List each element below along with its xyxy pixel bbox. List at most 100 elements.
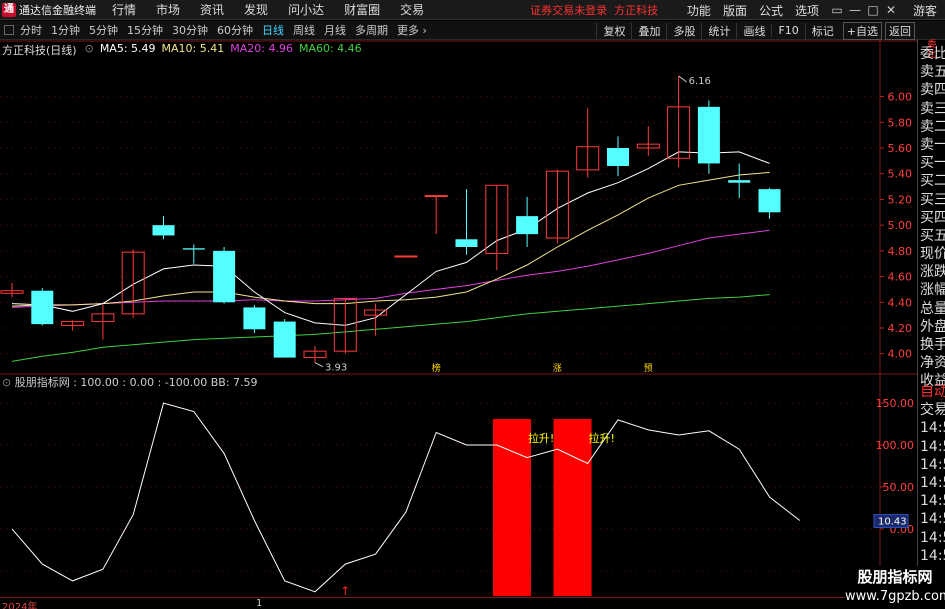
period-30min[interactable]: 30分钟 (172, 22, 208, 38)
topbar-right: 功能 版面 公式 选项 ▭ — □ ✕ 游客 (675, 0, 945, 20)
indicator-tick-label: 100.00 (876, 439, 915, 452)
price-tick-label: 5.00 (888, 219, 913, 232)
period-daily[interactable]: 日线 (262, 22, 284, 38)
overlay-button[interactable]: 叠加 (631, 22, 666, 39)
period-weekly[interactable]: 周线 (293, 22, 315, 38)
app-logo: 通 (2, 2, 16, 17)
side-quote-item: 卖一 (920, 136, 945, 153)
indicator-settings-icon[interactable]: ⊙ (2, 376, 15, 389)
menu-function[interactable]: 功能 (687, 2, 711, 19)
candle-body-down (182, 248, 205, 250)
side-quote-item: 委比 (920, 46, 945, 62)
login-notice[interactable]: 证券交易未登录 方正科技 (530, 2, 658, 18)
menu-trade[interactable]: 交易 (400, 1, 424, 18)
period-more[interactable]: 更多 › (397, 22, 427, 38)
buy-arrow-icon: ↑ (340, 584, 350, 598)
ma10-line (11, 171, 770, 307)
top-menu-bar: 通 通达信金融终端 行情 市场 资讯 发现 问小达 财富圈 交易 证券交易未登录… (0, 0, 945, 20)
price-tick-label: 5.60 (888, 142, 913, 155)
statistics-button[interactable]: 统计 (701, 22, 736, 39)
side-quote-item: 换手 (920, 337, 945, 353)
signal-label: 拉升! (589, 431, 615, 445)
side-quote-item: 涨跌 (920, 264, 945, 281)
time-axis-bar[interactable]: 2024年 1 (0, 597, 917, 609)
side-quote-item: 涨幅 (920, 282, 945, 299)
period-60min[interactable]: 60分钟 (217, 22, 253, 38)
multi-stock-button[interactable]: 多股 (666, 22, 701, 39)
side-quote-item: 净资 (920, 355, 945, 372)
legend-settings-icon[interactable]: ⊙ (85, 42, 94, 58)
ma20-line (11, 229, 770, 308)
ma10-label: MA10: 5.41 (161, 42, 225, 55)
mark-button[interactable]: 标记 (804, 22, 840, 39)
menu-formula[interactable]: 公式 (759, 2, 783, 19)
high-price-label: 6.16 (689, 76, 711, 87)
price-tick-label: 5.40 (888, 168, 913, 181)
side-trade-time: 14:56 (920, 420, 945, 437)
minimize-icon[interactable]: — (847, 3, 863, 17)
signal-label: 拉升! (528, 431, 554, 445)
login-notice-text: 证券交易未登录 (530, 3, 608, 17)
period-intraday[interactable]: 分时 (20, 22, 42, 38)
side-quote-item: 买四 (920, 209, 945, 226)
back-button[interactable]: 返回 (885, 21, 915, 40)
side-quote-item: 买五 (920, 227, 945, 244)
f10-button[interactable]: F10 (771, 24, 804, 37)
restore-icon[interactable]: ▭ (829, 3, 845, 17)
ma60-line (11, 294, 770, 362)
add-watchlist-button[interactable]: +自选 (842, 21, 882, 40)
candle-body-down (728, 180, 751, 183)
menu-options[interactable]: 选项 (795, 2, 819, 19)
indicator-tick-label: 50.00 (883, 481, 915, 494)
price-tick-label: 5.80 (888, 116, 913, 129)
menu-ask[interactable]: 问小达 (288, 1, 324, 18)
menu-market[interactable]: 市场 (156, 1, 180, 18)
event-marker: 涨 (553, 363, 562, 374)
menu-news[interactable]: 资讯 (200, 1, 224, 18)
candle-body-up (394, 255, 418, 258)
draw-line-button[interactable]: 画线 (736, 22, 771, 39)
candle-body-down (273, 321, 296, 358)
period-monthly[interactable]: 月线 (324, 22, 346, 38)
candle-body-down (152, 225, 175, 236)
watermark-title: 股朋指标网 (857, 568, 933, 586)
window-stock-title: 方正科技 (614, 3, 659, 17)
menu-discover[interactable]: 发现 (244, 1, 268, 18)
menu-layout[interactable]: 版面 (723, 2, 747, 19)
candle-body-down (243, 307, 266, 330)
app-title: 通达信金融终端 (19, 3, 96, 17)
side-trade-list: 自动交易14:5614:5614:5614:5614:5614:5614:561… (918, 383, 945, 565)
side-quote-item: 买一 (920, 155, 945, 172)
ma5-line (11, 151, 770, 326)
maximize-icon[interactable]: □ (865, 3, 881, 17)
side-quote-list: 委比 卖五 卖四 卖三 卖二 卖一 买一 买二 买三 买四 买五 现价 涨跌 涨幅 总量 外盘 换手 净资 收益 (918, 45, 945, 391)
period-5min[interactable]: 5分钟 (89, 22, 118, 38)
low-price-label: 3.93 (325, 363, 347, 374)
price-tick-label: 6.00 (888, 91, 913, 104)
menu-quotes[interactable]: 行情 (112, 1, 136, 18)
side-trade-time: 14:56 (920, 529, 945, 546)
side-trade-time: 14:56 (920, 493, 945, 510)
low-pointer (314, 362, 324, 368)
side-quote-item: 卖三 (920, 100, 945, 117)
chart-canvas[interactable]: 6.00 5.80 5.60 5.40 5.20 5.00 4.80 4.60 4.40 4.20… (0, 40, 917, 609)
signal-bar (553, 419, 592, 596)
restore-rights-button[interactable]: 复权 (596, 22, 631, 39)
period-multi[interactable]: 多周期 (355, 22, 388, 38)
sidebar-toggle-icon[interactable] (4, 25, 14, 35)
ma-legend: 方正科技(日线) ⊙ MA5: 5.49 MA10: 5.41 MA20: 4.… (2, 42, 368, 58)
stock-name-label: 方正科技(日线) (2, 44, 77, 57)
quote-side-panel: 委 比 委比 卖五 卖四 卖三 卖二 卖一 买一 买二 买三 买四 买五 现价 涨跌 涨幅 总量 外盘 换手 净资… (917, 40, 945, 609)
close-icon[interactable]: ✕ (883, 3, 899, 17)
candle-body-down (31, 290, 54, 325)
price-tick-label: 4.40 (888, 296, 913, 309)
event-marker: 预 (644, 363, 653, 374)
event-marker: 榜 (432, 362, 441, 374)
guest-account[interactable]: 游客 (913, 2, 937, 19)
price-tick-label: 4.20 (888, 322, 913, 335)
candle-body-down (455, 239, 478, 247)
period-1min[interactable]: 1分钟 (51, 22, 80, 38)
period-15min[interactable]: 15分钟 (127, 22, 163, 38)
price-tick-label: 4.60 (888, 271, 913, 284)
menu-wealth[interactable]: 财富圈 (344, 1, 380, 18)
